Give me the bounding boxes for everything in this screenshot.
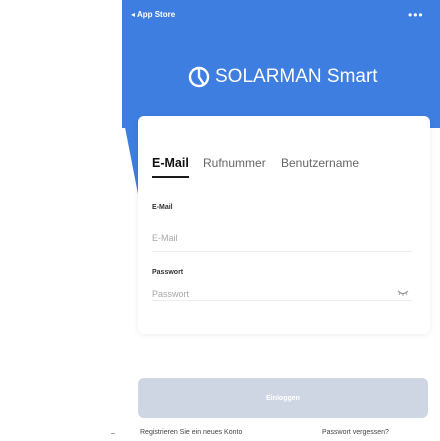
login-card (138, 116, 430, 334)
password-input[interactable] (152, 288, 387, 300)
password-label: Passwort (152, 269, 184, 276)
tab-phone-number[interactable]: Rufnummer (203, 156, 266, 170)
app-header (122, 0, 440, 128)
header-decoration (122, 112, 138, 194)
more-options-icon[interactable]: ••• (408, 9, 424, 21)
password-divider (152, 300, 412, 301)
email-divider (152, 251, 412, 252)
email-label: E-Mail (152, 204, 173, 211)
register-link[interactable]: Registrieren Sie ein neues Konto (140, 429, 242, 436)
forgot-password-link[interactable]: Passwort vergessen? (322, 429, 389, 436)
brand-name: SOLARMAN Smart (215, 66, 378, 87)
email-input[interactable] (152, 232, 412, 244)
solarman-logo-icon (188, 66, 210, 88)
tab-username[interactable]: Benutzername (281, 156, 359, 170)
login-button[interactable]: Einloggen (138, 378, 428, 418)
tab-email[interactable]: E-Mail (152, 156, 189, 170)
footer-dash: – (111, 430, 115, 437)
app-store-back-link[interactable]: ◂ App Store (131, 10, 175, 19)
password-hidden-eye-icon[interactable] (397, 290, 409, 296)
active-tab-indicator (152, 176, 189, 178)
